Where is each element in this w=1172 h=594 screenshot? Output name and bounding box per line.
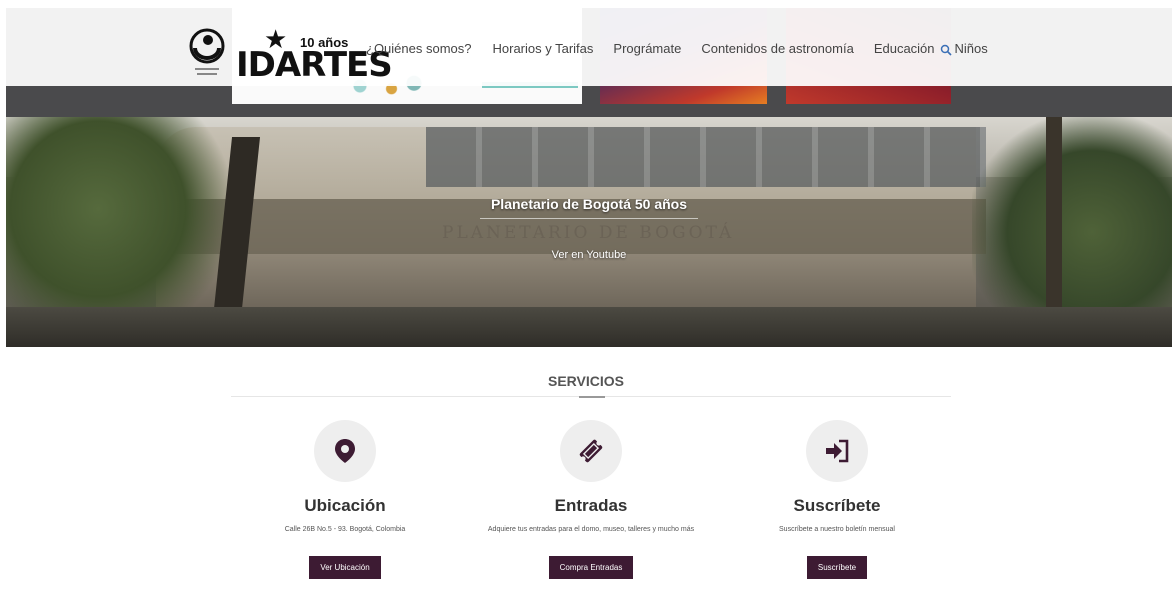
nav-item-ninos[interactable]: Niños — [955, 41, 988, 56]
hero-windows — [426, 127, 986, 187]
youtube-link[interactable]: Ver en Youtube — [6, 249, 1172, 261]
ticket-icon — [579, 439, 603, 463]
service-card-ubicacion: Ubicación Calle 26B No.5 - 93. Bogotá, C… — [225, 420, 465, 579]
search-icon[interactable] — [940, 44, 952, 56]
service-icon-circle — [806, 420, 868, 482]
hero-banner[interactable]: PLANETARIO DE BOGOTÁ Planetario de Bogot… — [6, 117, 1172, 347]
service-icon-circle — [560, 420, 622, 482]
main-nav: ¿Quiénes somos? Horarios y Tarifas Progr… — [366, 41, 1008, 56]
map-marker-icon — [335, 439, 355, 463]
nav-item-contenidos[interactable]: Contenidos de astronomía — [701, 41, 853, 56]
service-card-suscribete: Suscríbete Suscríbete a nuestro boletín … — [717, 420, 957, 579]
site-header: ★ 10 años IDARTES ¿Quiénes somos? Horari… — [0, 8, 1172, 86]
nav-item-quienes-somos[interactable]: ¿Quiénes somos? — [366, 41, 472, 56]
sign-in-icon — [826, 439, 849, 463]
ver-ubicacion-button[interactable]: Ver Ubicación — [309, 556, 381, 579]
services-divider-accent — [579, 396, 605, 398]
service-card-entradas: Entradas Adquiere tus entradas para el d… — [471, 420, 711, 579]
nav-item-horarios[interactable]: Horarios y Tarifas — [493, 41, 594, 56]
service-icon-circle — [314, 420, 376, 482]
service-title: Entradas — [554, 496, 628, 515]
hero-title: Planetario de Bogotá 50 años — [490, 196, 688, 212]
service-description: Suscríbete a nuestro boletín mensual — [779, 526, 895, 533]
planetario-logo[interactable] — [189, 26, 225, 82]
services-heading: SERVICIOS — [548, 373, 624, 389]
compra-entradas-button[interactable]: Compra Entradas — [548, 556, 634, 579]
service-title: Suscríbete — [793, 496, 881, 515]
building-sign: PLANETARIO DE BOGOTÁ — [442, 223, 735, 243]
service-title: Ubicación — [304, 496, 386, 515]
service-description: Calle 26B No.5 - 93. Bogotá, Colombia — [284, 526, 406, 533]
hero-divider — [480, 218, 698, 219]
nav-item-programate[interactable]: Prográmate — [613, 41, 681, 56]
suscribete-button[interactable]: Suscríbete — [806, 556, 868, 579]
hero-ground — [6, 307, 1172, 347]
nav-item-educacion[interactable]: Educación — [874, 41, 935, 56]
service-description: Adquiere tus entradas para el domo, muse… — [487, 526, 695, 533]
